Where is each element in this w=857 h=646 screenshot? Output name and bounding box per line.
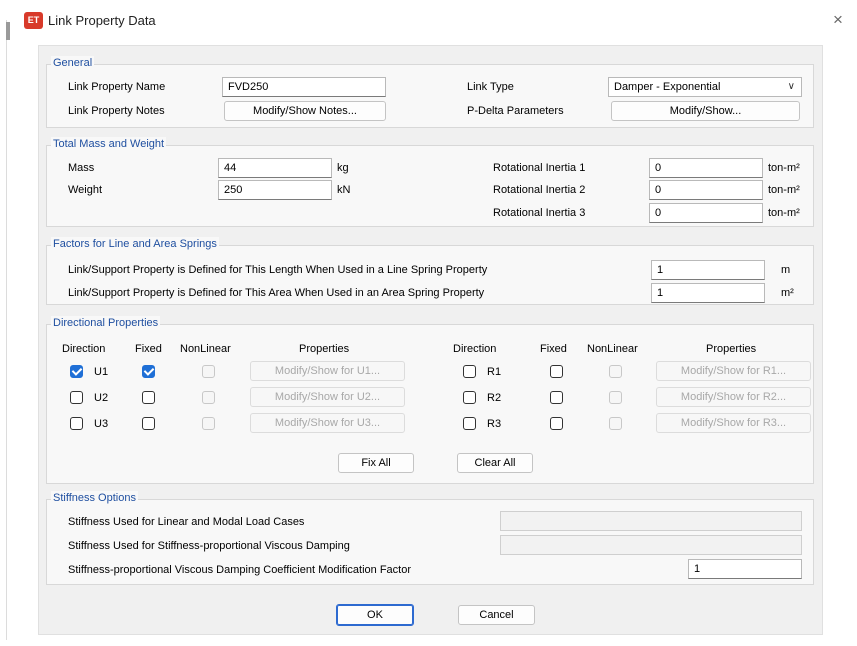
fixed-u3-checkbox[interactable] [142,417,155,430]
modify-u1-button[interactable]: Modify/Show for U1... [250,361,405,381]
nonlinear-u1-checkbox [202,365,215,378]
pdelta-label: P-Delta Parameters [467,105,564,117]
nonlinear-u3-checkbox [202,417,215,430]
rotational-inertia-2-label: Rotational Inertia 2 [493,184,586,196]
link-property-name-input[interactable]: FVD250 [222,77,386,97]
rotational-inertia-2-unit: ton-m² [768,184,800,196]
direction-r1-label: R1 [487,366,502,378]
mass-weight-title: Total Mass and Weight [51,137,167,151]
pdelta-modify-button[interactable]: Modify/Show... [611,101,800,121]
link-type-label: Link Type [467,81,514,93]
fixed-r2-checkbox[interactable] [550,391,563,404]
line-spring-unit: m [781,264,791,276]
rotational-inertia-3-label: Rotational Inertia 3 [493,207,586,219]
line-spring-input[interactable]: 1 [651,260,765,280]
area-spring-unit: m² [781,287,794,299]
damping-factor-label: Stiffness-proportional Viscous Damping C… [68,564,412,576]
directional-title: Directional Properties [51,316,161,330]
rotational-inertia-2-input[interactable]: 0 [649,180,763,200]
area-spring-input[interactable]: 1 [651,283,765,303]
line-spring-label: Link/Support Property is Defined for Thi… [68,264,488,276]
link-type-value: Damper - Exponential [614,81,721,93]
mass-input[interactable]: 44 [218,158,332,178]
modify-u2-button[interactable]: Modify/Show for U2... [250,387,405,407]
fixed-r1-checkbox[interactable] [550,365,563,378]
rotational-inertia-1-unit: ton-m² [768,162,800,174]
app-icon: ET [24,12,43,29]
header-fixed-right: Fixed [540,343,567,355]
weight-input[interactable]: 250 [218,180,332,200]
nonlinear-r3-checkbox [609,417,622,430]
nonlinear-r2-checkbox [609,391,622,404]
modify-r2-button[interactable]: Modify/Show for R2... [656,387,811,407]
stiffness-title: Stiffness Options [51,491,138,505]
general-title: General [51,56,95,70]
window-edge [6,20,8,640]
fixed-u1-checkbox[interactable] [142,365,155,378]
window-edge-mark [6,22,10,40]
direction-u2-label: U2 [94,392,109,404]
fixed-u2-checkbox[interactable] [142,391,155,404]
direction-u1-checkbox[interactable] [70,365,83,378]
area-spring-label: Link/Support Property is Defined for Thi… [68,287,485,299]
header-nonlinear-right: NonLinear [587,343,638,355]
nonlinear-u2-checkbox [202,391,215,404]
modify-r1-button[interactable]: Modify/Show for R1... [656,361,811,381]
clear-all-button[interactable]: Clear All [457,453,533,473]
ok-button[interactable]: OK [336,604,414,626]
stiffness-damping-label: Stiffness Used for Stiffness-proportiona… [68,540,350,552]
direction-u1-label: U1 [94,366,109,378]
header-properties-left: Properties [299,343,350,355]
nonlinear-r1-checkbox [609,365,622,378]
header-fixed-left: Fixed [135,343,162,355]
header-nonlinear-left: NonLinear [180,343,231,355]
direction-u3-checkbox[interactable] [70,417,83,430]
stiffness-damping-select [500,535,802,555]
weight-label: Weight [68,184,103,196]
rotational-inertia-1-label: Rotational Inertia 1 [493,162,586,174]
stiffness-linear-label: Stiffness Used for Linear and Modal Load… [68,516,305,528]
mass-label: Mass [68,162,95,174]
window-title: Link Property Data [48,13,156,28]
direction-r3-checkbox[interactable] [463,417,476,430]
direction-u2-checkbox[interactable] [70,391,83,404]
header-properties-right: Properties [706,343,757,355]
stiffness-linear-select [500,511,802,531]
cancel-button[interactable]: Cancel [458,605,535,625]
direction-r1-checkbox[interactable] [463,365,476,378]
weight-unit: kN [337,184,351,196]
header-direction-right: Direction [453,343,497,355]
close-icon[interactable]: × [828,10,848,30]
header-direction-left: Direction [62,343,106,355]
link-property-notes-label: Link Property Notes [68,105,165,117]
modify-u3-button[interactable]: Modify/Show for U3... [250,413,405,433]
fix-all-button[interactable]: Fix All [338,453,414,473]
link-property-name-label: Link Property Name [68,81,166,93]
springs-title: Factors for Line and Area Springs [51,237,219,251]
direction-r2-label: R2 [487,392,502,404]
rotational-inertia-1-input[interactable]: 0 [649,158,763,178]
direction-r3-label: R3 [487,418,502,430]
modify-r3-button[interactable]: Modify/Show for R3... [656,413,811,433]
modify-notes-button[interactable]: Modify/Show Notes... [224,101,386,121]
damping-factor-input[interactable]: 1 [688,559,802,579]
rotational-inertia-3-input[interactable]: 0 [649,203,763,223]
direction-u3-label: U3 [94,418,109,430]
rotational-inertia-3-unit: ton-m² [768,207,800,219]
link-type-select[interactable]: Damper - Exponential ∨ [608,77,802,97]
direction-r2-checkbox[interactable] [463,391,476,404]
mass-unit: kg [337,162,349,174]
chevron-down-icon: ∨ [787,81,795,92]
fixed-r3-checkbox[interactable] [550,417,563,430]
